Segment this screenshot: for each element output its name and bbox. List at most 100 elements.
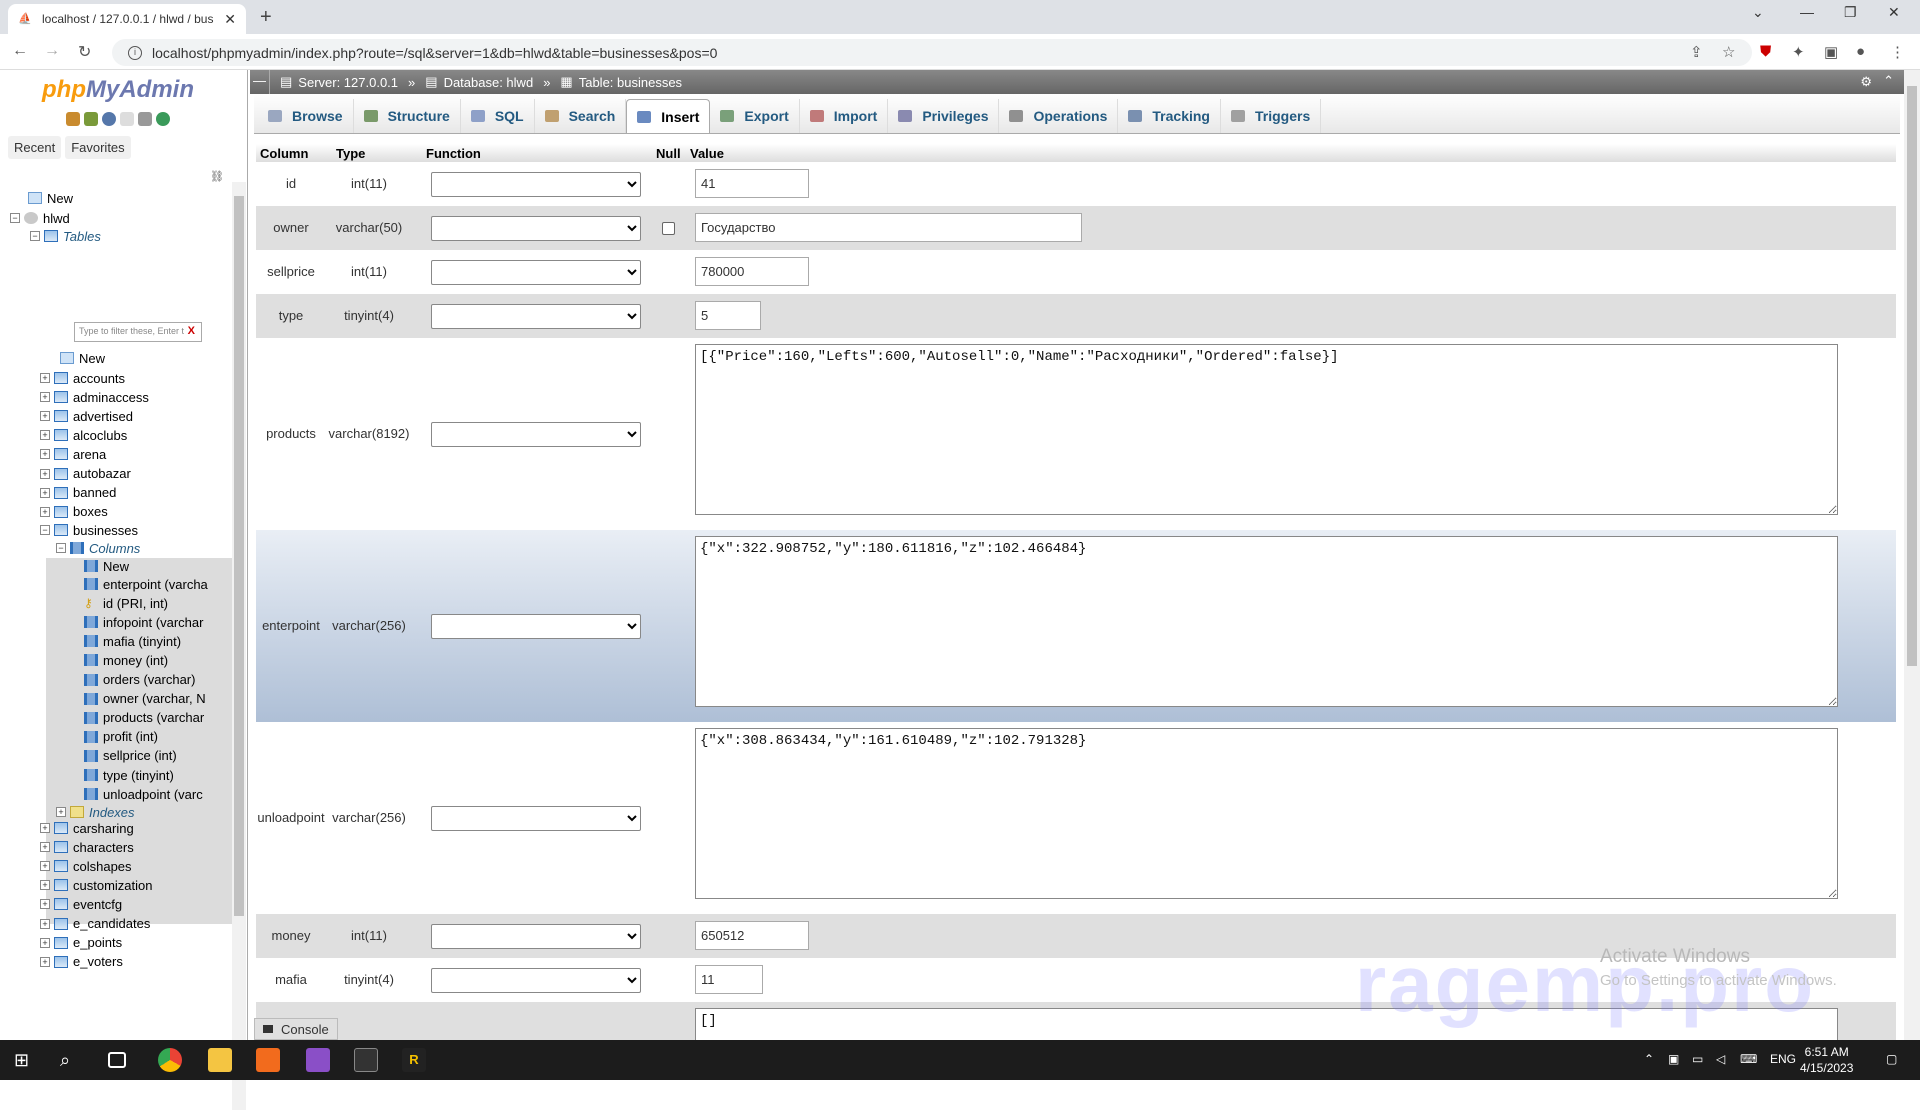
page-scrollbar-thumb[interactable] [1907, 86, 1917, 666]
expand-icon[interactable]: + [56, 807, 66, 817]
nav-scrollbar-thumb[interactable] [234, 196, 244, 916]
tray-expand-icon[interactable]: ⌃ [1644, 1052, 1654, 1066]
tree-column-item[interactable]: mafia (tinyint) [103, 634, 181, 649]
expand-icon[interactable]: + [40, 487, 50, 498]
volume-icon[interactable]: ◁ [1716, 1052, 1725, 1066]
tab-browse[interactable]: Browse [258, 99, 354, 133]
visual-studio-icon[interactable] [306, 1048, 330, 1072]
tree-table-item[interactable]: carsharing [73, 821, 134, 836]
function-select[interactable] [431, 172, 641, 197]
value-textarea[interactable] [695, 344, 1838, 515]
xampp-icon[interactable] [256, 1048, 280, 1072]
function-select[interactable] [431, 304, 641, 329]
notifications-icon[interactable]: ▢ [1886, 1052, 1897, 1066]
tab-structure[interactable]: Structure [354, 99, 461, 133]
clock[interactable]: 6:51 AM 4/15/2023 [1800, 1044, 1853, 1076]
tree-columns-label[interactable]: Columns [89, 541, 140, 556]
tab-search-icon[interactable]: ⌄ [1752, 4, 1764, 21]
expand-icon[interactable]: + [40, 468, 50, 479]
phpmyadmin-logo[interactable]: phpMyAdmin [42, 76, 194, 104]
table-filter-input[interactable]: Type to filter these, Enter tX [74, 322, 202, 342]
collapse-nav-icon[interactable]: — [250, 70, 270, 94]
home-icon[interactable] [66, 112, 80, 126]
expand-icon[interactable]: + [40, 506, 50, 517]
tab-search[interactable]: Search [535, 99, 627, 133]
tree-table-item[interactable]: alcoclubs [73, 428, 127, 443]
tree-column-item[interactable]: owner (varchar, N [103, 691, 206, 706]
expand-icon[interactable]: + [40, 430, 50, 441]
function-select[interactable] [431, 422, 641, 447]
tree-table-item[interactable]: characters [73, 840, 134, 855]
minimize-icon[interactable]: — [1800, 4, 1814, 20]
tree-column-item[interactable]: id (PRI, int) [103, 596, 168, 611]
tree-table-selected[interactable]: businesses [73, 523, 138, 538]
gear-icon[interactable]: ⚙ [1860, 74, 1872, 90]
expand-icon[interactable]: + [40, 392, 50, 403]
maximize-icon[interactable]: ❐ [1844, 4, 1857, 21]
close-tab-icon[interactable]: ✕ [224, 11, 236, 28]
windows-start-icon[interactable]: ⊞ [14, 1048, 38, 1072]
tree-column-item[interactable]: money (int) [103, 653, 168, 668]
extensions-icon[interactable]: ✦ [1792, 43, 1805, 61]
expand-icon[interactable]: + [40, 411, 50, 422]
expand-icon[interactable]: + [40, 842, 50, 853]
terminal-icon[interactable] [354, 1048, 378, 1072]
new-tab-icon[interactable]: + [260, 6, 272, 29]
expand-icon[interactable]: + [40, 937, 50, 948]
settings-icon[interactable] [138, 112, 152, 126]
logout-icon[interactable] [84, 112, 98, 126]
tree-table-item[interactable]: adminaccess [73, 390, 149, 405]
tree-table-item[interactable]: autobazar [73, 466, 131, 481]
collapse-icon[interactable]: − [40, 525, 50, 535]
tree-column-item[interactable]: sellprice (int) [103, 748, 177, 763]
function-select[interactable] [431, 806, 641, 831]
tree-new-database[interactable]: New [47, 191, 73, 206]
value-input[interactable] [695, 301, 761, 330]
expand-icon[interactable]: + [40, 956, 50, 967]
file-explorer-icon[interactable] [208, 1048, 232, 1072]
site-info-icon[interactable]: i [128, 45, 142, 60]
tab-export[interactable]: Export [710, 99, 800, 133]
collapse-icon[interactable]: − [30, 231, 40, 241]
collapse-icon[interactable]: − [56, 543, 66, 553]
expand-icon[interactable]: + [40, 861, 50, 872]
tree-db-hlwd[interactable]: hlwd [43, 211, 70, 226]
tree-column-item[interactable]: profit (int) [103, 729, 158, 744]
tree-column-item[interactable]: orders (varchar) [103, 672, 195, 687]
tree-table-item[interactable]: e_voters [73, 954, 123, 969]
tab-triggers[interactable]: Triggers [1221, 99, 1322, 133]
expand-icon[interactable]: + [40, 449, 50, 460]
value-input[interactable] [695, 257, 809, 286]
network-icon[interactable]: ▭ [1692, 1052, 1703, 1066]
tree-column-item[interactable]: type (tinyint) [103, 768, 174, 783]
tree-table-item[interactable]: e_candidates [73, 916, 150, 931]
tab-sql[interactable]: SQL [461, 99, 535, 133]
value-input[interactable] [695, 169, 809, 198]
tree-column-item[interactable]: enterpoint (varcha [103, 577, 208, 592]
expand-icon[interactable]: + [40, 823, 50, 833]
function-select[interactable] [431, 216, 641, 241]
profile-icon[interactable]: ● [1856, 43, 1865, 60]
chrome-icon[interactable] [158, 1048, 182, 1072]
close-window-icon[interactable]: ✕ [1888, 4, 1900, 21]
value-input[interactable] [695, 965, 763, 994]
clear-filter-icon[interactable]: X [188, 325, 195, 337]
menu-icon[interactable]: ⋮ [1890, 43, 1905, 61]
url-field[interactable]: i localhost/phpmyadmin/index.php?route=/… [112, 39, 1752, 66]
function-select[interactable] [431, 968, 641, 993]
function-select[interactable] [431, 924, 641, 949]
tree-table-item[interactable]: boxes [73, 504, 108, 519]
value-textarea[interactable] [695, 728, 1838, 899]
ublock-icon[interactable]: ⛊ [1760, 43, 1771, 60]
tab-privileges[interactable]: Privileges [888, 99, 1000, 133]
tree-table-item[interactable]: e_points [73, 935, 122, 950]
expand-icon[interactable]: + [40, 880, 50, 891]
task-view-icon[interactable] [108, 1052, 126, 1068]
tree-table-item[interactable]: advertised [73, 409, 133, 424]
keyboard-icon[interactable]: ⌨ [1740, 1052, 1757, 1066]
search-icon[interactable]: ⌕ [60, 1048, 84, 1072]
tree-table-item[interactable]: accounts [73, 371, 125, 386]
tree-table-item[interactable]: banned [73, 485, 116, 500]
back-icon[interactable]: ← [12, 42, 28, 60]
collapse-up-icon[interactable]: ⌃ [1883, 73, 1894, 89]
